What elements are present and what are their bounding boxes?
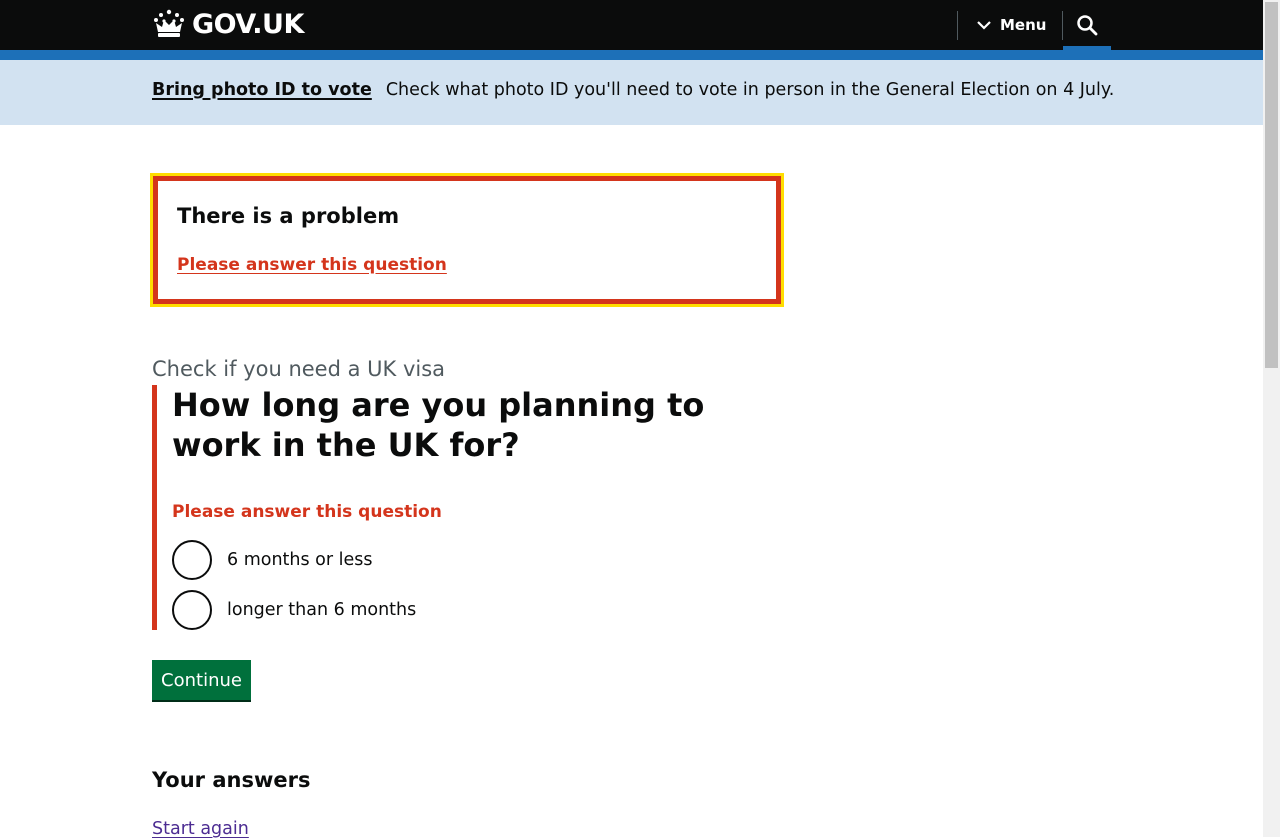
emergency-banner: Bring photo ID to vote Check what photo … xyxy=(0,60,1263,125)
error-summary: There is a problem Please answer this qu… xyxy=(153,176,781,304)
continue-button[interactable]: Continue xyxy=(152,660,251,700)
radio-button[interactable] xyxy=(172,540,212,580)
scrollbar-thumb[interactable] xyxy=(1265,2,1278,368)
field-error-message: Please answer this question xyxy=(172,502,442,522)
start-again-link[interactable]: Start again xyxy=(152,819,249,839)
menu-label: Menu xyxy=(1000,16,1047,34)
radio-6-months-or-less[interactable]: 6 months or less xyxy=(172,540,373,580)
chevron-down-icon xyxy=(977,21,991,30)
radio-label[interactable]: longer than 6 months xyxy=(227,600,416,620)
banner-message: Check what photo ID you'll need to vote … xyxy=(385,80,1115,100)
header-divider xyxy=(957,11,958,40)
error-summary-link[interactable]: Please answer this question xyxy=(177,255,447,275)
search-button[interactable] xyxy=(1063,0,1111,50)
site-header: GOV.UK Menu xyxy=(0,0,1263,60)
header-blue-bar xyxy=(0,50,1263,60)
logo-text: GOV.UK xyxy=(192,8,304,40)
vertical-scrollbar[interactable] xyxy=(1263,0,1280,837)
question-form-group: How long are you planning to work in the… xyxy=(152,385,792,630)
crown-icon xyxy=(154,9,184,37)
radio-longer-than-6-months[interactable]: longer than 6 months xyxy=(172,590,416,630)
page-caption: Check if you need a UK visa xyxy=(152,357,446,381)
search-icon xyxy=(1077,15,1098,36)
error-summary-title: There is a problem xyxy=(177,204,400,228)
page-title: How long are you planning to work in the… xyxy=(172,386,705,464)
radio-label[interactable]: 6 months or less xyxy=(227,550,373,570)
menu-button[interactable]: Menu xyxy=(976,12,1046,38)
your-answers-heading: Your answers xyxy=(152,768,311,792)
photo-id-link[interactable]: Bring photo ID to vote xyxy=(152,80,372,100)
radio-button[interactable] xyxy=(172,590,212,630)
govuk-logo-link[interactable]: GOV.UK xyxy=(152,6,304,42)
